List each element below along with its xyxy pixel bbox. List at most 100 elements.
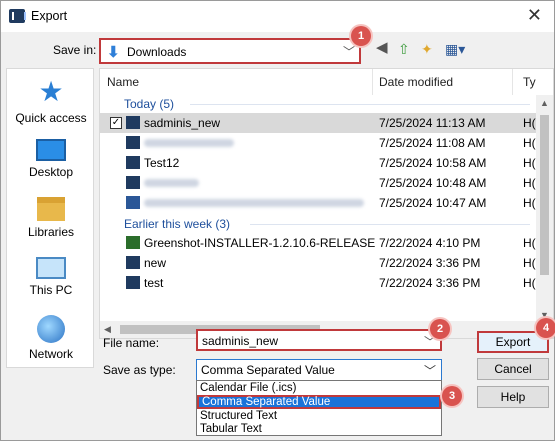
app-file-icon xyxy=(126,156,140,169)
file-name: new xyxy=(144,256,167,270)
up-folder-icon[interactable]: ⇧ xyxy=(398,41,410,58)
redacted-file-name xyxy=(144,139,234,147)
place-label: Quick access xyxy=(15,111,87,125)
title-bar: Export ✕ xyxy=(1,1,554,32)
app-icon xyxy=(9,9,26,23)
desktop-icon xyxy=(36,139,66,161)
places-bar: ★ Quick access Desktop Libraries This PC… xyxy=(6,68,94,368)
file-date: 7/25/2024 10:47 AM xyxy=(379,196,487,210)
scroll-left-icon[interactable]: ◀ xyxy=(104,324,111,335)
network-globe-icon xyxy=(37,315,65,343)
scroll-up-icon[interactable]: ▲ xyxy=(540,98,549,108)
app-file-icon xyxy=(126,256,140,269)
file-type: H( xyxy=(523,156,536,170)
save-in-combo[interactable]: ⬇ Downloads ﹀ xyxy=(99,38,361,64)
app-file-icon xyxy=(126,176,140,189)
checkbox[interactable]: ✓ xyxy=(110,117,122,129)
file-row[interactable]: new 7/22/2024 3:36 PM H( xyxy=(100,253,553,273)
type-option[interactable]: Calendar File (.ics) xyxy=(197,382,441,395)
file-date: 7/22/2024 4:10 PM xyxy=(379,236,481,250)
callout-badge-1: 1 xyxy=(351,26,371,46)
place-label: This PC xyxy=(29,283,73,297)
callout-badge-4: 4 xyxy=(536,318,555,338)
column-header-name[interactable]: Name xyxy=(100,69,373,95)
file-row[interactable]: 7/25/2024 11:08 AM H( xyxy=(100,133,553,153)
file-row[interactable]: test 7/22/2024 3:36 PM H( xyxy=(100,273,553,293)
redacted-file-name xyxy=(144,199,364,207)
file-name: test xyxy=(144,276,164,290)
place-libraries[interactable]: Libraries xyxy=(7,197,95,239)
file-type: H( xyxy=(523,116,536,130)
view-menu-icon[interactable]: ▦▾ xyxy=(445,41,465,58)
callout-badge-3: 3 xyxy=(442,386,462,406)
file-type: H( xyxy=(523,256,536,270)
dialog-body: Save in: ⬇ Downloads ﹀ 1 ◀ ⇧ ✦ ▦▾ ★ Quic… xyxy=(1,26,555,440)
type-option[interactable]: Tabular Text xyxy=(197,423,441,436)
file-name: Greenshot-INSTALLER-1.2.10.6-RELEASE xyxy=(144,236,376,250)
file-date: 7/25/2024 10:58 AM xyxy=(379,156,487,170)
file-type: H( xyxy=(523,176,536,190)
save-as-type-label: Save as type: xyxy=(103,363,176,377)
place-label: Desktop xyxy=(28,165,74,179)
file-row[interactable]: 7/25/2024 10:47 AM H( xyxy=(100,193,553,213)
download-arrow-icon: ⬇ xyxy=(107,44,120,61)
group-header-today[interactable]: Today (5) xyxy=(124,97,174,111)
file-name: sadminis_new xyxy=(144,116,221,130)
file-type: H( xyxy=(523,136,536,150)
quick-access-pin-icon: ★ xyxy=(38,76,64,107)
type-option[interactable]: Structured Text xyxy=(197,410,441,423)
column-header-date[interactable]: Date modified xyxy=(373,69,513,95)
window-title: Export xyxy=(31,9,68,23)
file-name-label: File name: xyxy=(103,336,160,350)
chevron-down-icon[interactable]: ﹀ xyxy=(424,362,436,379)
file-name-value: sadminis_new xyxy=(202,334,279,348)
save-in-label: Save in: xyxy=(53,43,97,57)
file-date: 7/25/2024 11:08 AM xyxy=(379,136,486,150)
file-date: 7/22/2024 3:36 PM xyxy=(379,276,481,290)
file-date: 7/22/2024 3:36 PM xyxy=(379,256,481,270)
app-file-icon xyxy=(126,116,140,129)
file-row[interactable]: ✓ sadminis_new 7/25/2024 11:13 AM H( xyxy=(100,113,553,133)
file-date: 7/25/2024 10:48 AM xyxy=(379,176,487,190)
new-folder-icon[interactable]: ✦ xyxy=(421,41,433,58)
file-type: H( xyxy=(523,276,536,290)
word-file-icon xyxy=(126,196,140,209)
place-label: Network xyxy=(28,347,73,361)
this-pc-icon xyxy=(36,257,66,279)
libraries-folder-icon xyxy=(37,197,65,221)
greenshot-file-icon xyxy=(126,236,140,249)
group-divider xyxy=(250,224,530,225)
file-row[interactable]: 7/25/2024 10:48 AM H( xyxy=(100,173,553,193)
column-header-type[interactable]: Ty xyxy=(513,69,553,95)
close-icon[interactable]: ✕ xyxy=(527,5,542,26)
save-as-type-select[interactable]: Comma Separated Value ﹀ xyxy=(196,359,442,381)
help-button[interactable]: Help xyxy=(477,386,549,408)
callout-badge-2: 2 xyxy=(430,319,450,339)
group-header-earlier[interactable]: Earlier this week (3) xyxy=(124,217,230,231)
file-row[interactable]: Test12 7/25/2024 10:58 AM H( xyxy=(100,153,553,173)
file-type: H( xyxy=(523,196,536,210)
vertical-scrollbar[interactable]: ▲ ▼ xyxy=(536,95,553,323)
chevron-down-icon[interactable]: ﹀ xyxy=(343,43,355,60)
save-in-location: Downloads xyxy=(127,45,187,59)
file-date: 7/25/2024 11:13 AM xyxy=(379,116,486,130)
app-file-icon xyxy=(126,276,140,289)
back-icon[interactable]: ◀ xyxy=(376,38,388,56)
file-list[interactable]: Name Date modified Ty Today (5) ✓ sadmin… xyxy=(99,68,554,339)
save-as-type-dropdown[interactable]: Calendar File (.ics) Comma Separated Val… xyxy=(196,380,442,436)
redacted-file-name xyxy=(144,179,199,187)
group-divider xyxy=(190,104,530,105)
place-desktop[interactable]: Desktop xyxy=(7,139,95,179)
place-this-pc[interactable]: This PC xyxy=(7,257,95,297)
type-option-selected[interactable]: Comma Separated Value xyxy=(197,395,441,409)
place-quick-access[interactable]: ★ Quick access xyxy=(7,76,95,126)
place-label: Libraries xyxy=(27,225,75,239)
cancel-button[interactable]: Cancel xyxy=(477,358,549,380)
file-name: Test12 xyxy=(144,156,180,170)
export-dialog: Export ✕ Save in: ⬇ Downloads ﹀ 1 ◀ ⇧ ✦ … xyxy=(0,0,555,441)
file-type: H( xyxy=(523,236,536,250)
file-row[interactable]: Greenshot-INSTALLER-1.2.10.6-RELEASE 7/2… xyxy=(100,233,553,253)
place-network[interactable]: Network xyxy=(7,315,95,361)
scroll-thumb[interactable] xyxy=(540,115,549,275)
file-name-field[interactable]: sadminis_new ﹀ xyxy=(196,329,442,351)
